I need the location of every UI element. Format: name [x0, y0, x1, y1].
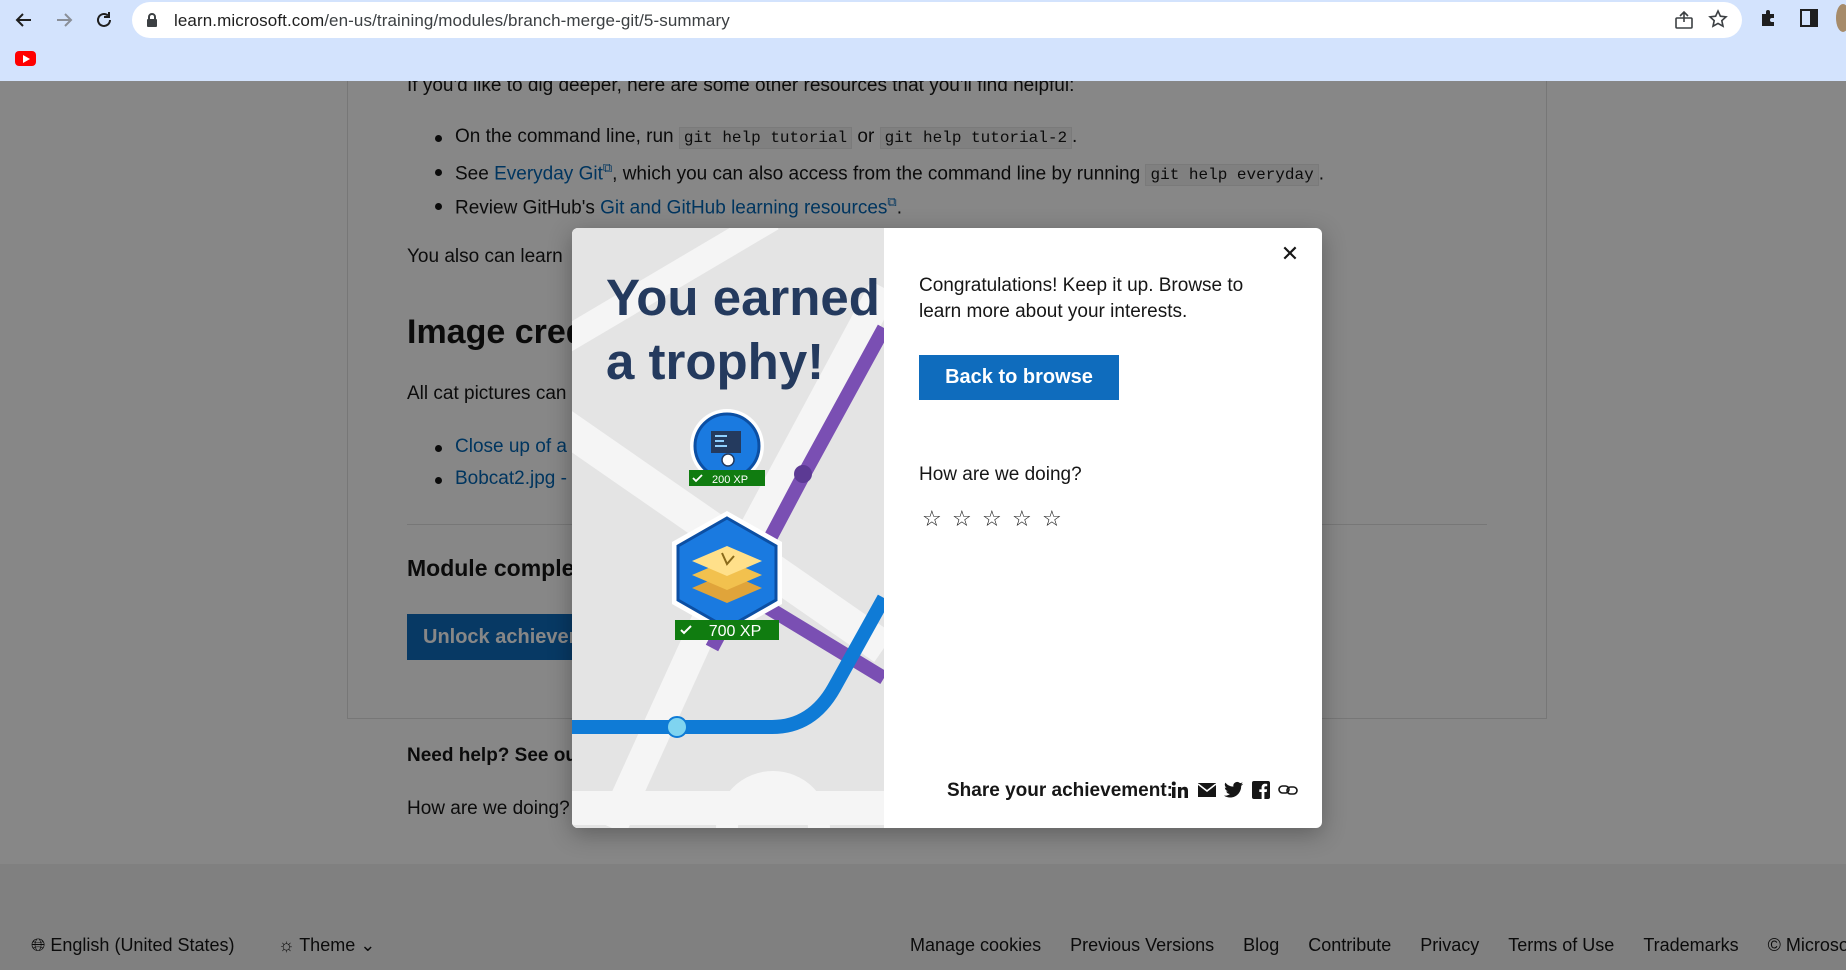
browser-toolbar: learn.microsoft.com/en-us/training/modul…: [0, 0, 1846, 81]
forward-arrow-icon[interactable]: [50, 6, 78, 34]
share-icon[interactable]: [1674, 10, 1694, 35]
trophy-illustration: 200 XP 700 XP You earned a trophy!: [572, 228, 884, 828]
email-icon[interactable]: [1196, 779, 1217, 801]
profile-avatar-icon[interactable]: [1836, 4, 1846, 32]
facebook-icon[interactable]: [1250, 779, 1271, 801]
extensions-puzzle-icon[interactable]: [1758, 8, 1778, 33]
rating-star-icon[interactable]: ☆: [1042, 508, 1064, 530]
url-text: learn.microsoft.com/en-us/training/modul…: [174, 11, 730, 30]
back-arrow-icon[interactable]: [10, 6, 38, 34]
feedback-heading: How are we doing?: [919, 464, 1082, 485]
star-rating: ☆ ☆ ☆ ☆ ☆: [922, 508, 1064, 530]
svg-text:200 XP: 200 XP: [712, 474, 748, 486]
lock-icon: [146, 12, 158, 33]
share-icons: [1169, 779, 1298, 801]
copy-link-icon[interactable]: [1277, 779, 1298, 801]
twitter-icon[interactable]: [1223, 779, 1244, 801]
congratulations-text: Congratulations! Keep it up. Browse to l…: [919, 275, 1244, 322]
small-trophy-badge: 200 XP: [689, 409, 765, 486]
bookmark-star-icon[interactable]: [1708, 9, 1728, 34]
trophy-modal: 200 XP 700 XP You earned a trophy! ✕ Con…: [572, 228, 1322, 828]
reload-icon[interactable]: [90, 6, 118, 34]
rating-star-icon[interactable]: ☆: [922, 508, 944, 530]
close-icon[interactable]: ✕: [1276, 240, 1304, 268]
linkedin-icon[interactable]: [1169, 779, 1190, 801]
side-panel-icon[interactable]: [1799, 8, 1819, 33]
svg-text:700 XP: 700 XP: [709, 623, 761, 640]
back-to-browse-button[interactable]: Back to browse: [919, 355, 1119, 400]
share-achievement-label: Share your achievement:: [947, 780, 1173, 801]
rating-star-icon[interactable]: ☆: [982, 508, 1004, 530]
trophy-title: You earned a trophy!: [606, 269, 880, 390]
rating-star-icon[interactable]: ☆: [952, 508, 974, 530]
address-bar[interactable]: learn.microsoft.com/en-us/training/modul…: [132, 2, 1742, 38]
youtube-bookmark-icon[interactable]: [15, 51, 36, 66]
rating-star-icon[interactable]: ☆: [1012, 508, 1034, 530]
